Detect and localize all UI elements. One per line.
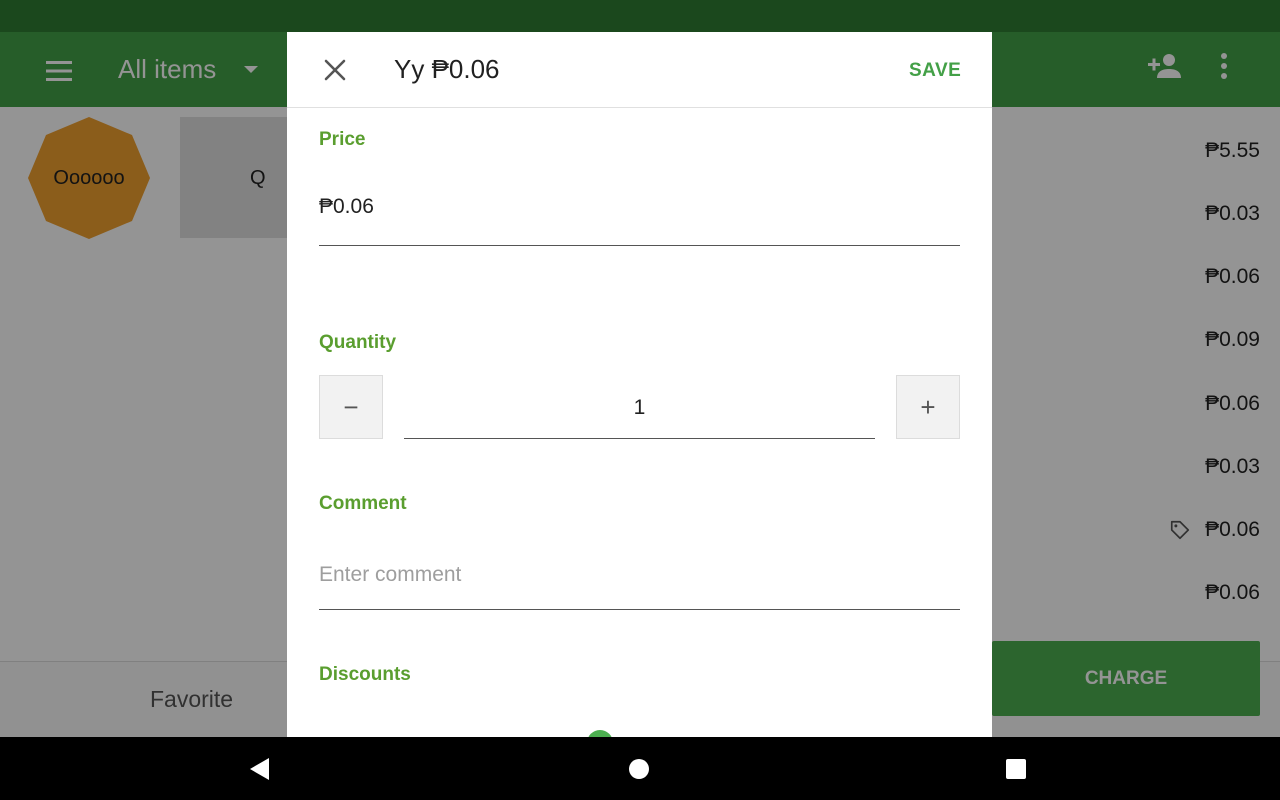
quantity-underline (404, 438, 875, 439)
discounts-label: Discounts (319, 664, 411, 685)
home-icon[interactable] (629, 759, 649, 779)
quantity-label: Quantity (319, 332, 397, 353)
increase-quantity-button[interactable]: + (896, 375, 960, 439)
comment-input[interactable]: Enter comment (319, 563, 461, 587)
price-label: Price (319, 129, 366, 150)
back-icon[interactable] (250, 758, 269, 780)
price-underline (319, 245, 960, 246)
minus-icon: − (343, 391, 359, 422)
recents-icon[interactable] (1006, 759, 1026, 779)
dialog-title: Yy ₱0.06 (394, 54, 500, 84)
system-nav-bar (0, 737, 1280, 800)
edit-item-dialog: Yy ₱0.06 SAVE Price ₱0.06 Quantity − 1 +… (287, 32, 992, 737)
comment-underline (319, 609, 960, 610)
dialog-header: Yy ₱0.06 SAVE (287, 32, 992, 108)
price-input[interactable]: ₱0.06 (319, 195, 374, 219)
decrease-quantity-button[interactable]: − (319, 375, 383, 439)
comment-label: Comment (319, 493, 407, 514)
discount-toggle[interactable] (587, 730, 613, 737)
save-button[interactable]: SAVE (909, 60, 961, 82)
close-icon[interactable] (317, 52, 353, 88)
quantity-input[interactable]: 1 (404, 396, 875, 420)
plus-icon: + (920, 391, 936, 422)
